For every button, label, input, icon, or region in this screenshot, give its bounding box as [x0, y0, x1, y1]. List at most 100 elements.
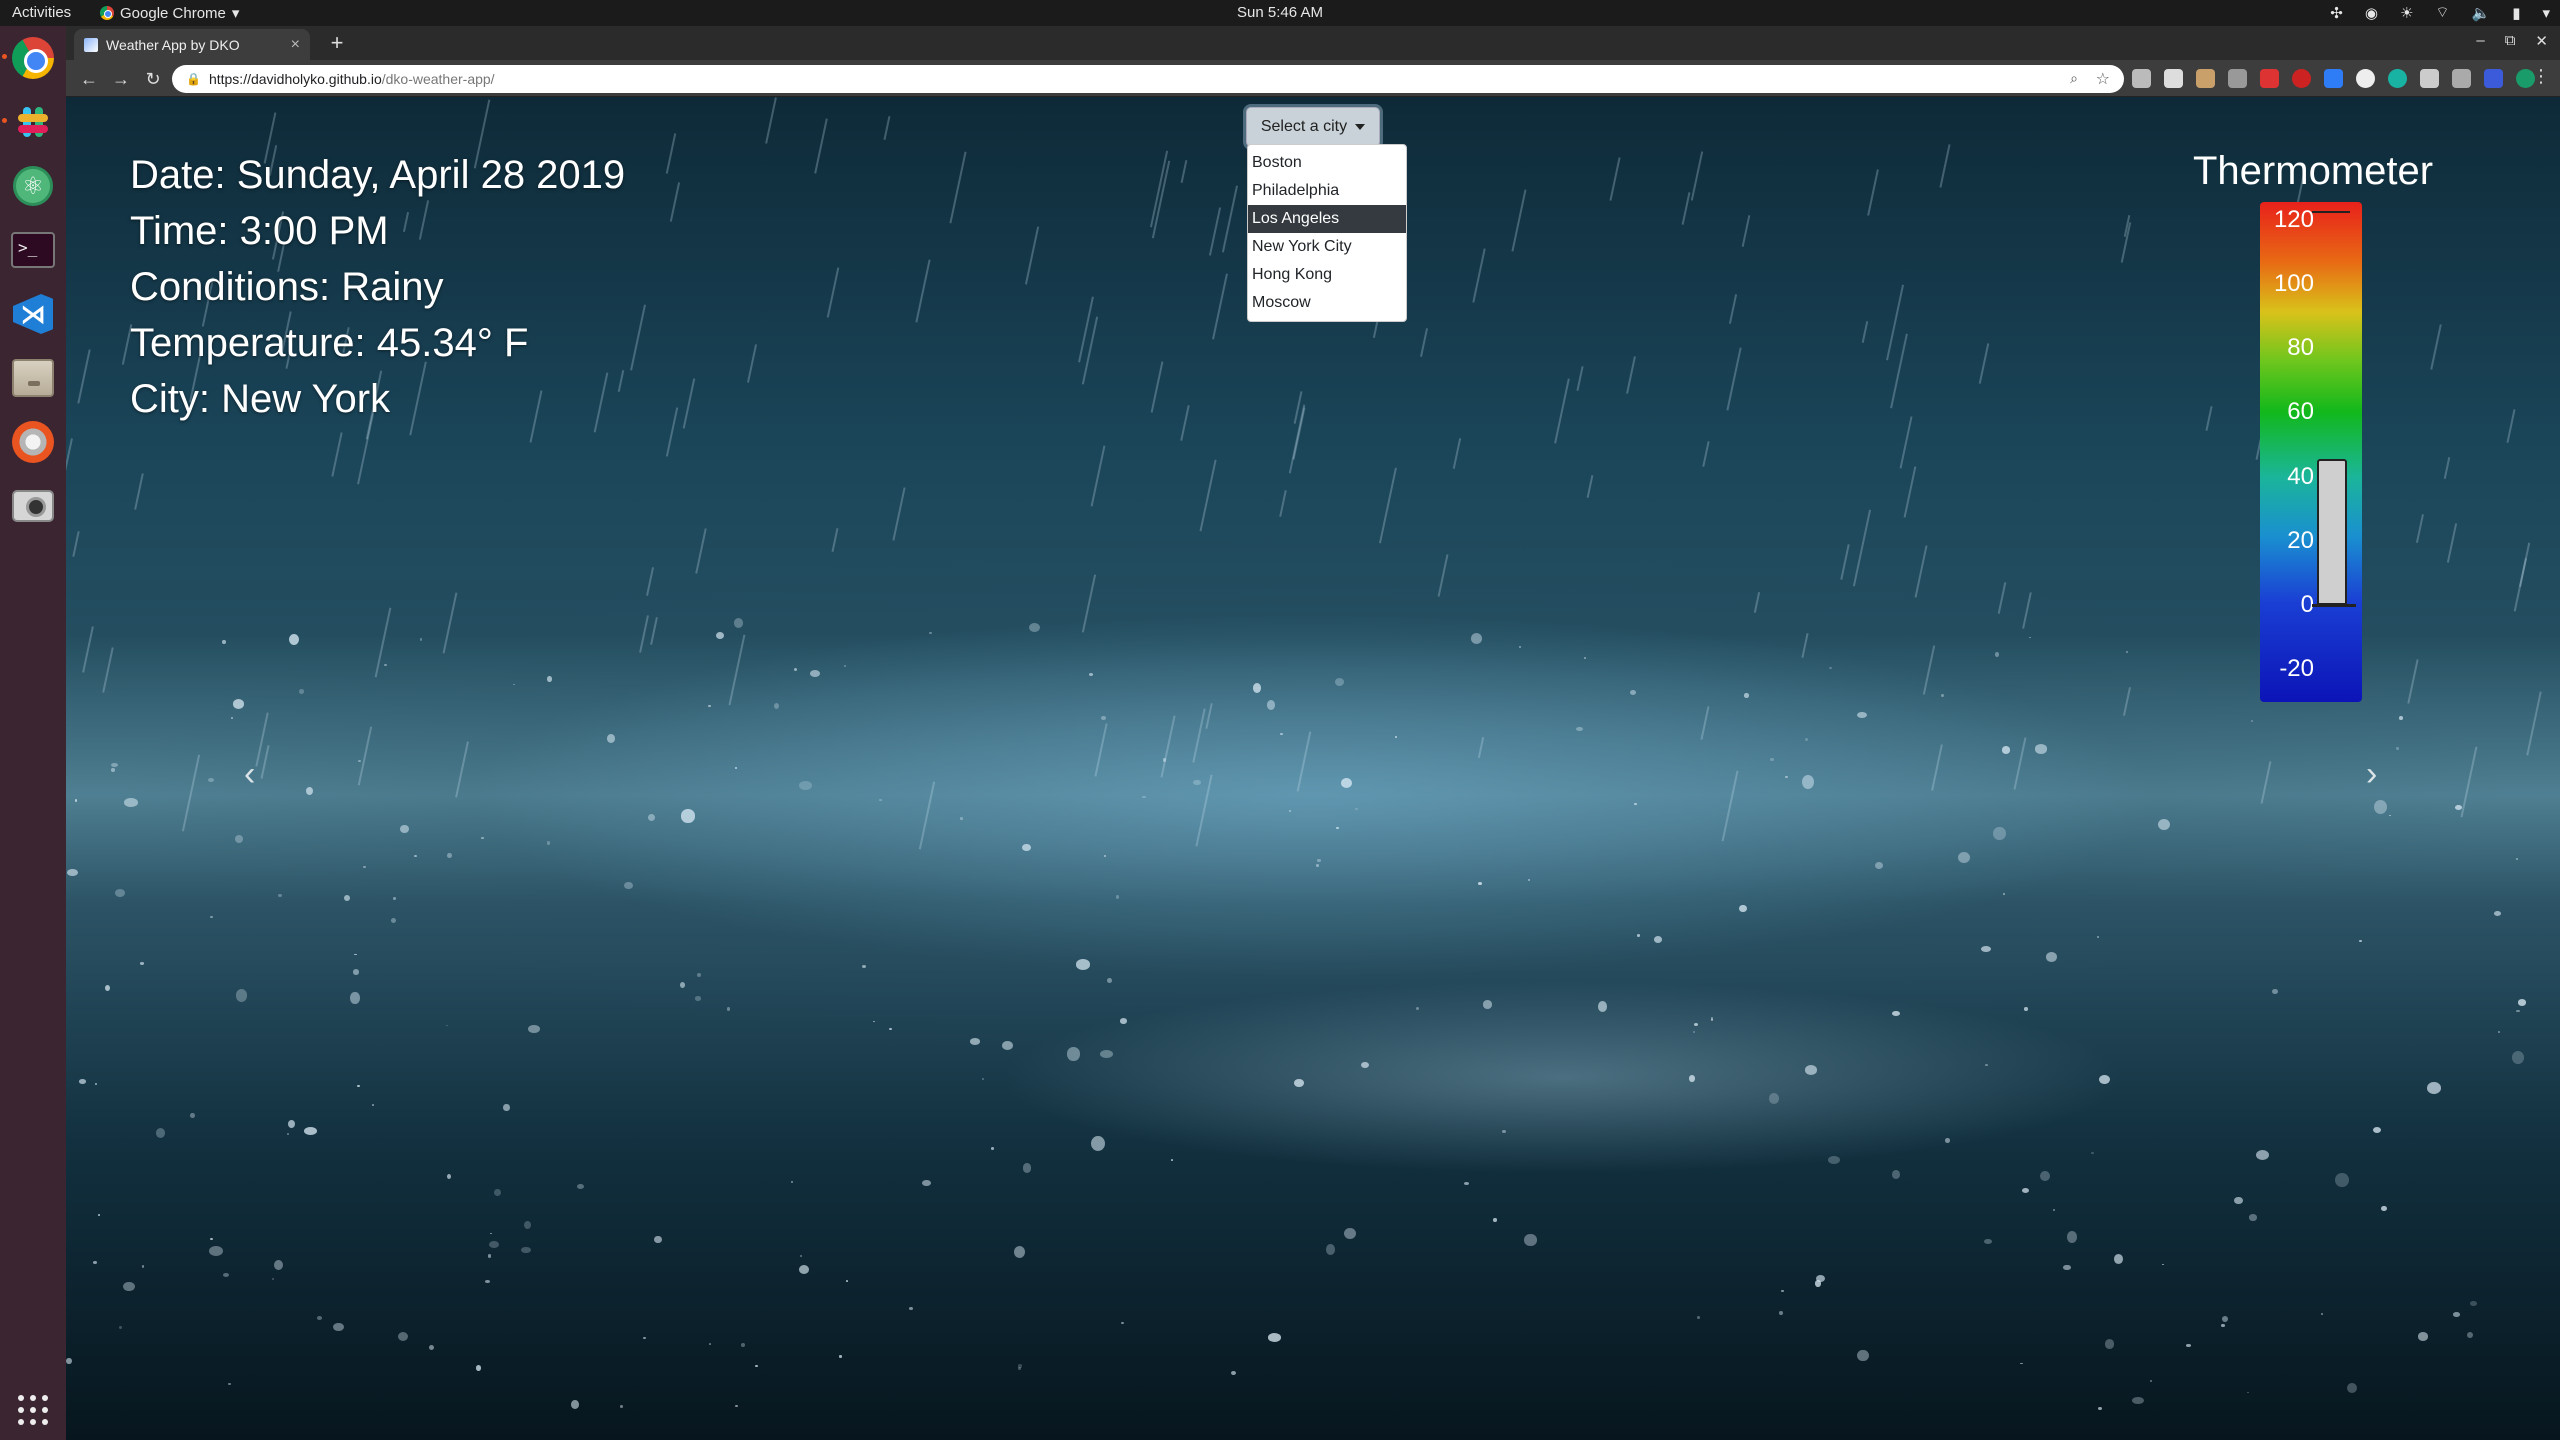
extension-icon[interactable] [2260, 69, 2279, 88]
water-droplet [1170, 1159, 1173, 1161]
browser-toolbar: ← → ↻ 🔒 https://davidholyko.github.io/dk… [66, 60, 2560, 97]
dock-atom[interactable]: ⚛ [9, 162, 57, 210]
extension-icon[interactable] [2292, 69, 2311, 88]
dock-slack[interactable] [2, 98, 57, 146]
dock-settings[interactable] [9, 418, 57, 466]
water-droplet [571, 1400, 580, 1409]
water-droplet [2497, 1031, 2500, 1033]
extension-icon[interactable] [2484, 69, 2503, 88]
city-option[interactable]: Boston [1248, 149, 1406, 177]
water-droplet [222, 640, 226, 645]
water-droplet [694, 996, 702, 1001]
dock-terminal[interactable]: >_ [9, 226, 57, 274]
rain-streak [1997, 582, 2006, 615]
water-droplet [114, 888, 126, 898]
water-droplet [317, 1316, 323, 1320]
water-droplet [2186, 1344, 2192, 1348]
reload-button[interactable]: ↻ [140, 66, 166, 92]
close-tab-icon[interactable]: × [291, 36, 300, 54]
dock-vscode[interactable]: ⋊ [9, 290, 57, 338]
dock-camera[interactable] [9, 482, 57, 530]
city-option[interactable]: Hong Kong [1248, 261, 1406, 289]
water-droplet [1493, 1218, 1497, 1222]
water-droplet [1710, 1019, 1713, 1022]
water-droplet [1162, 758, 1166, 762]
rain-streak [1205, 703, 1213, 730]
water-droplet [1804, 1064, 1818, 1076]
bookmark-star-icon[interactable]: ☆ [2096, 69, 2110, 89]
activities-button[interactable]: Activities [12, 4, 71, 21]
city-option[interactable]: Los Angeles [1248, 205, 1406, 233]
city-option[interactable]: Moscow [1248, 289, 1406, 317]
extension-icon[interactable] [2452, 69, 2471, 88]
water-droplet [2161, 1263, 2165, 1266]
new-tab-button[interactable]: + [324, 30, 350, 56]
date-label: Date: Sunday, April 28 2019 [130, 153, 626, 197]
carousel-next-button[interactable]: › [2366, 755, 2377, 794]
water-droplet [2158, 818, 2171, 830]
browser-menu-icon[interactable]: ⋮ [2532, 66, 2550, 87]
extension-icon[interactable] [2228, 69, 2247, 88]
window-controls: – ⧉ ✕ [2476, 32, 2548, 50]
restore-icon[interactable]: ⧉ [2505, 32, 2516, 50]
water-droplet [1944, 1138, 1951, 1144]
address-bar[interactable]: 🔒 https://davidholyko.github.io/dko-weat… [172, 65, 2124, 93]
rain-streak [729, 634, 746, 705]
battery-icon[interactable]: ▮ [2512, 4, 2520, 22]
rain-streak [1024, 226, 1039, 285]
extension-icon[interactable] [2324, 69, 2343, 88]
water-droplet [419, 638, 423, 641]
water-droplet [1028, 622, 1040, 633]
extension-icon[interactable] [2356, 69, 2375, 88]
rain-streak [694, 527, 707, 574]
rain-streak [2460, 746, 2477, 817]
clock[interactable]: Sun 5:46 AM [0, 4, 2560, 21]
system-tray[interactable]: ✣ ◉ ☀ ⌔ 🔈 ▮ ▾ [2330, 3, 2550, 22]
city-option[interactable]: New York City [1248, 233, 1406, 261]
carousel-prev-button[interactable]: ‹ [244, 755, 255, 794]
water-droplet [981, 1078, 984, 1081]
rain-streak [1754, 592, 1761, 613]
extension-tray-icon[interactable]: ✣ [2330, 4, 2343, 22]
water-droplet [879, 799, 882, 801]
close-window-icon[interactable]: ✕ [2535, 32, 2548, 50]
water-droplet [123, 798, 138, 807]
water-droplet [92, 1260, 98, 1264]
back-button[interactable]: ← [76, 66, 102, 92]
brightness-icon[interactable]: ☀ [2400, 4, 2413, 22]
extension-icon[interactable] [2196, 69, 2215, 88]
browser-tab[interactable]: Weather App by DKO × [74, 29, 310, 60]
minimize-icon[interactable]: – [2476, 32, 2484, 50]
system-menu-chevron-icon[interactable]: ▾ [2542, 4, 2550, 22]
lock-icon[interactable]: 🔒 [186, 72, 201, 86]
water-droplet [2149, 1380, 2153, 1383]
dock-files[interactable] [9, 354, 57, 402]
water-droplet [2099, 1074, 2111, 1085]
tab-favicon-icon [84, 37, 98, 52]
rain-streak [826, 267, 840, 318]
wifi-icon[interactable]: ⌔ [2435, 3, 2449, 22]
app-menu[interactable]: Google Chrome ▾ [100, 4, 239, 22]
water-droplet [1828, 1156, 1841, 1165]
extension-icon[interactable] [2164, 69, 2183, 88]
city-option[interactable]: Philadelphia [1248, 177, 1406, 205]
volume-icon[interactable]: 🔈 [2472, 4, 2491, 22]
extension-icon[interactable] [2132, 69, 2151, 88]
water-droplet [2426, 1082, 2441, 1095]
show-applications-button[interactable] [9, 1386, 57, 1434]
water-droplet [1267, 700, 1276, 710]
extension-icon[interactable] [2388, 69, 2407, 88]
water-droplet [2046, 951, 2057, 962]
city-select-button[interactable]: Select a city [1246, 107, 1380, 147]
rain-streak [133, 472, 144, 510]
extension-icon[interactable] [2420, 69, 2439, 88]
water-droplet [1770, 758, 1774, 761]
water-droplet [708, 1342, 712, 1345]
dock-chrome[interactable] [2, 34, 57, 82]
water-droplet [1779, 1310, 1784, 1316]
water-droplet [1119, 1018, 1127, 1024]
water-droplet [1805, 738, 1808, 741]
forward-button[interactable]: → [108, 66, 134, 92]
chrome-tray-icon[interactable]: ◉ [2365, 4, 2378, 22]
search-icon[interactable]: ⌕ [2070, 70, 2078, 87]
